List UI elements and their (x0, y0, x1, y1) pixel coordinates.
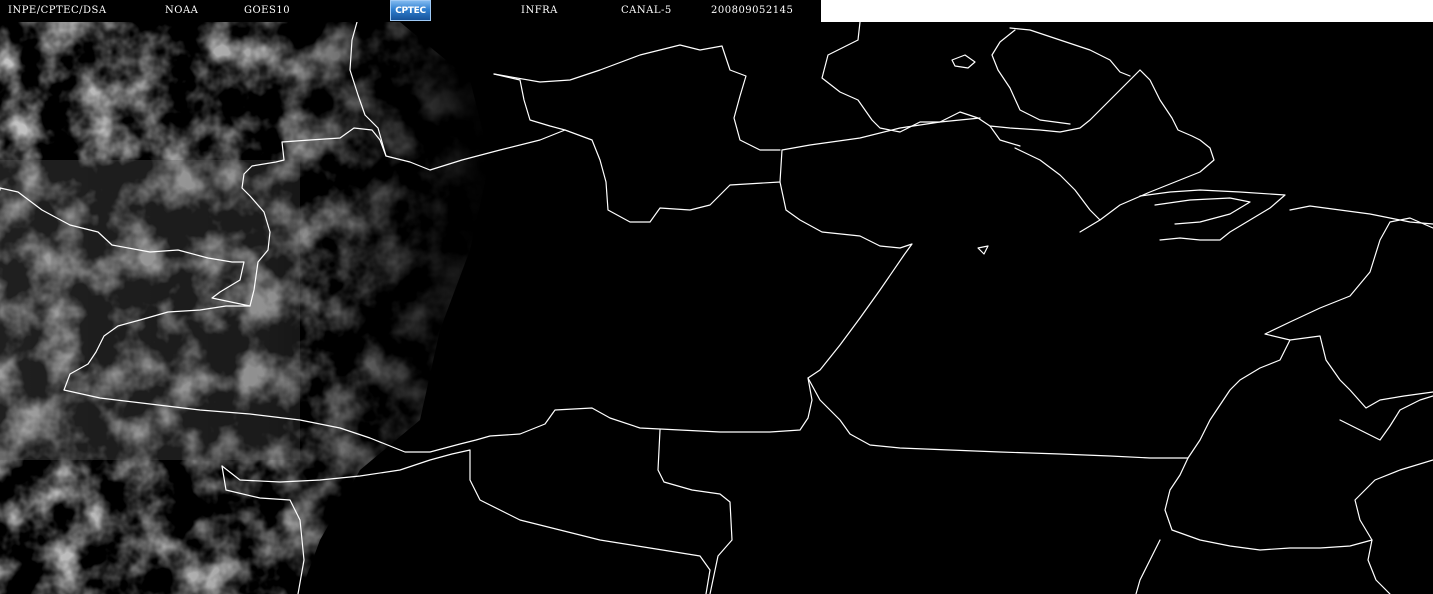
border-amazonas-para (779, 181, 1189, 459)
border-delta-b (1154, 197, 1251, 225)
source-label: INPE/CPTEC/DSA (8, 5, 107, 16)
satellite-image-viewer: INPE/CPTEC/DSA NOAA GOES10 CPTEC INFRA C… (0, 0, 1433, 594)
border-para-north (989, 125, 1021, 147)
border-delta-a (1139, 189, 1286, 241)
agency-label: NOAA (165, 5, 199, 16)
border-amapa (1079, 69, 1215, 233)
satellite-map (0, 21, 1433, 594)
border-island (977, 245, 989, 255)
cptec-logo: CPTEC (390, 0, 431, 21)
border-lake (951, 54, 976, 69)
border-tocantins (1289, 335, 1433, 409)
cptec-logo-text: CPTEC (395, 5, 426, 16)
border-rio-east (1014, 147, 1101, 221)
band-label: INFRA (521, 5, 558, 16)
border-southeast-b (1367, 539, 1391, 594)
border-guyana-inner (991, 29, 1071, 125)
border-southeast (1164, 457, 1433, 551)
satellite-label: GOES10 (244, 5, 291, 16)
image-header: INPE/CPTEC/DSA NOAA GOES10 CPTEC INFRA C… (0, 0, 821, 22)
border-colombia-north (493, 44, 781, 151)
border-maranhao (1289, 205, 1433, 225)
border-guyana (821, 21, 1141, 133)
timestamp-label: 200809052145 (711, 5, 794, 16)
border-venezuela (493, 73, 981, 223)
border-suriname (1009, 27, 1131, 77)
border-south-central (657, 429, 733, 594)
border-para-east (1187, 217, 1433, 459)
border-east-inner (1339, 395, 1433, 441)
border-south-east (1135, 539, 1161, 594)
channel-label: CANAL-5 (621, 5, 672, 16)
header-blank-area (821, 0, 1433, 22)
